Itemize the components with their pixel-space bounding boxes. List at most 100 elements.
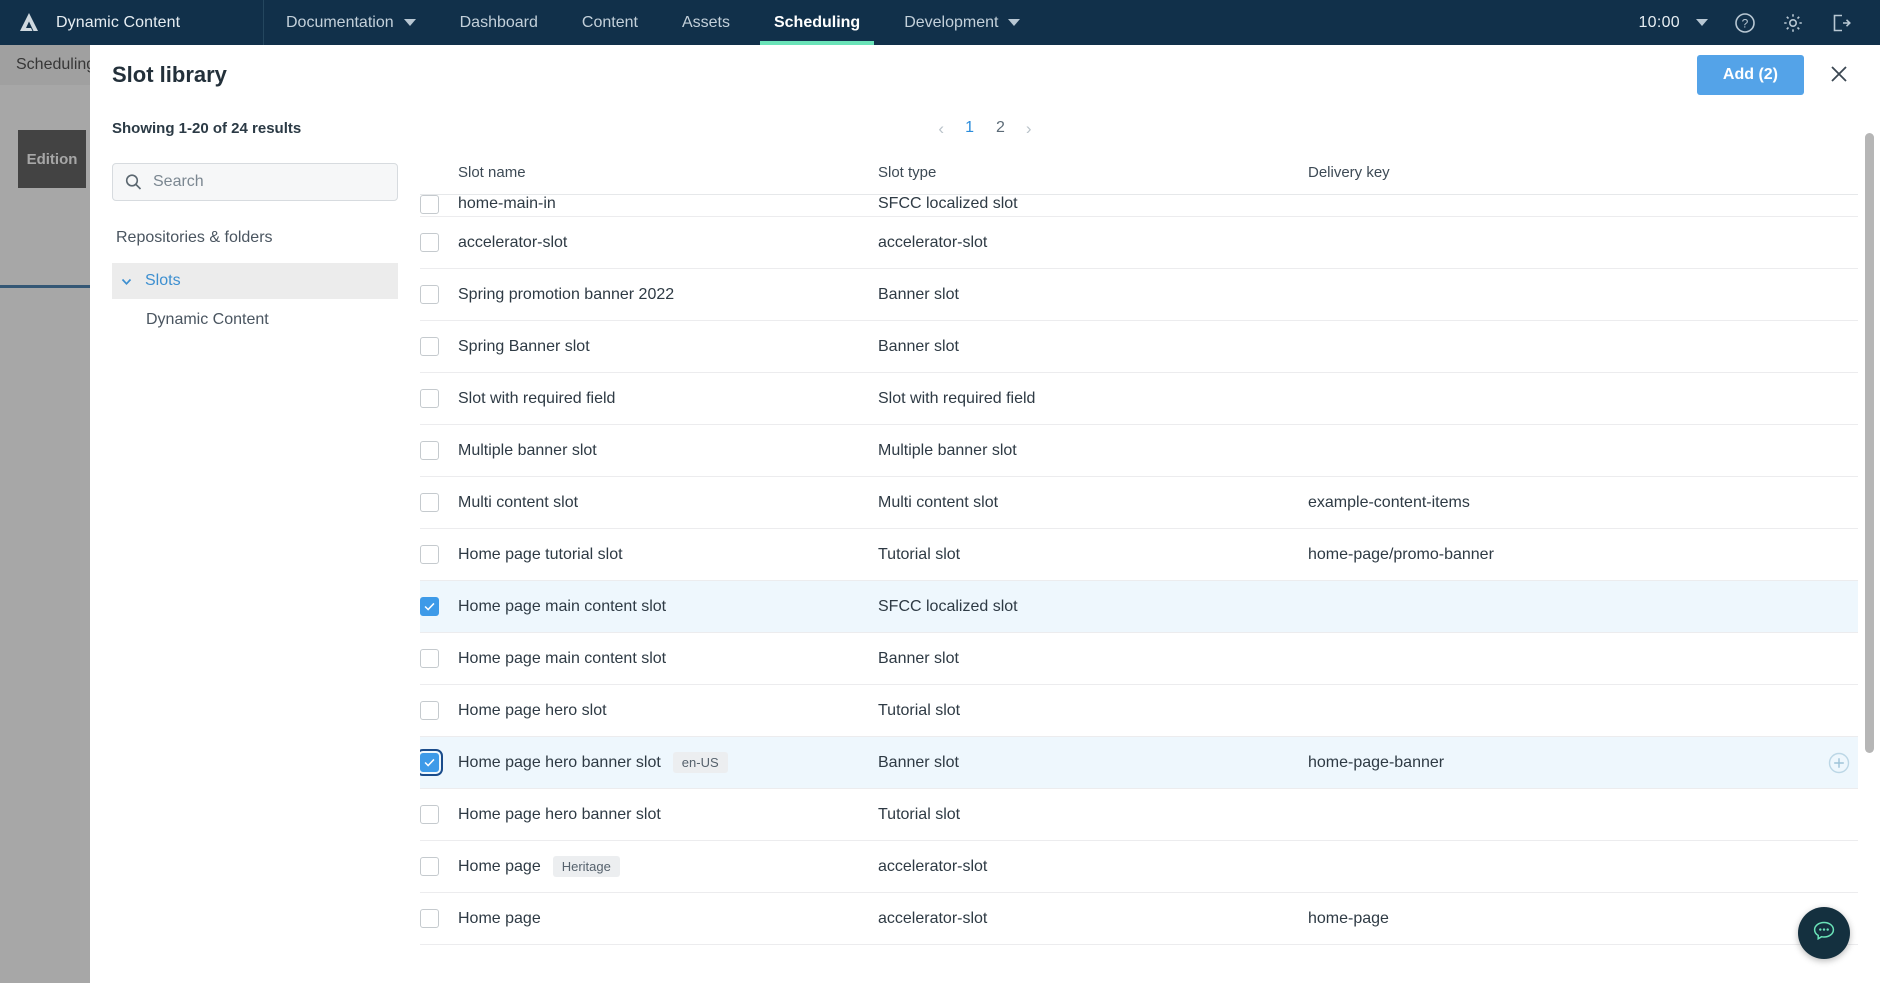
cell-slot-name: Multi content slot	[458, 494, 878, 512]
slot-name-label: Spring Banner slot	[458, 337, 590, 355]
table-row[interactable]: Home page hero banner slot en-US Banner sl…	[420, 737, 1858, 789]
nav-item-scheduling[interactable]: Scheduling	[752, 0, 882, 45]
table-header-row: Slot name Slot type Delivery key	[420, 151, 1858, 195]
amplience-logo-icon	[16, 10, 42, 36]
cell-slot-name: Spring Banner slot	[458, 338, 878, 356]
cell-slot-type: Banner slot	[878, 337, 959, 355]
slot-name-label: Home page main content slot	[458, 649, 667, 667]
nav-item-development[interactable]: Development	[882, 0, 1042, 45]
row-checkbox[interactable]	[420, 337, 439, 356]
add-button[interactable]: Add (2)	[1696, 55, 1804, 95]
cell-delivery-key: home-page/promo-banner	[1308, 545, 1494, 563]
row-checkbox[interactable]	[420, 389, 439, 408]
cell-slot-name: Home page tutorial slot	[458, 546, 878, 564]
add-circle-icon[interactable]	[1828, 752, 1850, 774]
table-row[interactable]: home-main-in SFCC localized slot	[420, 195, 1858, 217]
table-row[interactable]: Home page Heritage accelerator-slot	[420, 841, 1858, 893]
row-checkbox[interactable]	[420, 857, 439, 876]
row-checkbox[interactable]	[420, 285, 439, 304]
row-checkbox[interactable]	[420, 195, 439, 214]
nav-item-assets[interactable]: Assets	[660, 0, 752, 45]
help-icon[interactable]: ?	[1734, 12, 1756, 34]
slot-name-label: home-main-in	[458, 195, 556, 212]
cell-slot-name: Home page main content slot	[458, 598, 878, 616]
pagination-prev[interactable]: ‹	[933, 118, 949, 139]
pagination-page-2[interactable]: 2	[990, 118, 1011, 138]
nav-item-content[interactable]: Content	[560, 0, 660, 45]
modal-subheader: Showing 1-20 of 24 results ‹ 1 2 ›	[90, 105, 1880, 151]
pagination-next[interactable]: ›	[1021, 118, 1037, 139]
chat-button[interactable]	[1798, 907, 1850, 959]
row-checkbox[interactable]	[420, 545, 439, 564]
nav-item-documentation[interactable]: Documentation	[264, 0, 438, 45]
row-checkbox-checked[interactable]	[420, 749, 443, 776]
slot-name-label: accelerator-slot	[458, 233, 568, 251]
row-checkbox-cell	[420, 597, 458, 616]
row-checkbox[interactable]	[420, 909, 439, 928]
table-row[interactable]: Home page accelerator-slot home-page	[420, 893, 1858, 945]
page-title: Slot library	[112, 62, 227, 87]
table-row[interactable]: Home page hero banner slot Tutorial slot	[420, 789, 1858, 841]
scrollbar-thumb[interactable]	[1865, 133, 1874, 753]
table-row[interactable]: Home page main content slot Banner slot	[420, 633, 1858, 685]
table-row[interactable]: accelerator-slot accelerator-slot	[420, 217, 1858, 269]
row-checkbox[interactable]	[420, 805, 439, 824]
cell-slot-name: accelerator-slot	[458, 234, 878, 252]
row-checkbox[interactable]	[420, 441, 439, 460]
slot-name-label: Home page	[458, 857, 541, 875]
results-count: Showing 1-20 of 24 results	[112, 119, 302, 137]
nav-item-label: Development	[904, 13, 999, 31]
chat-bubble-icon	[1810, 917, 1838, 950]
cell-slot-type: accelerator-slot	[878, 857, 988, 875]
chevron-down-icon[interactable]	[1696, 19, 1708, 26]
pagination-page-1[interactable]: 1	[959, 118, 980, 138]
row-checkbox[interactable]	[420, 233, 439, 252]
table-row[interactable]: Home page hero slot Tutorial slot	[420, 685, 1858, 737]
row-checkbox-checked[interactable]	[420, 597, 439, 616]
sidebar-item-dynamic-content[interactable]: Dynamic Content	[112, 311, 398, 329]
table-row[interactable]: Home page main content slot SFCC localize…	[420, 581, 1858, 633]
sidebar-item-slots[interactable]: Slots	[112, 263, 398, 299]
row-checkbox[interactable]	[420, 649, 439, 668]
row-checkbox[interactable]	[420, 701, 439, 720]
gear-icon[interactable]	[1782, 12, 1804, 34]
sidebar-item-label: Slots	[145, 272, 181, 289]
clock-label: 10:00	[1638, 13, 1680, 31]
table-row[interactable]: Spring promotion banner 2022 Banner slot	[420, 269, 1858, 321]
cell-slot-name: Home page main content slot	[458, 650, 878, 668]
search-box[interactable]	[112, 163, 398, 201]
svg-text:?: ?	[1742, 16, 1749, 30]
table-header-slot-name: Slot name	[458, 164, 526, 181]
cell-slot-name: Multiple banner slot	[458, 442, 878, 460]
table-row[interactable]: Home page tutorial slot Tutorial slot home…	[420, 529, 1858, 581]
search-input[interactable]	[153, 164, 397, 200]
slot-name-label: Home page main content slot	[458, 597, 667, 615]
row-checkbox[interactable]	[420, 493, 439, 512]
row-checkbox-cell	[420, 701, 458, 720]
cell-slot-type: Banner slot	[878, 649, 959, 667]
cell-slot-name: home-main-in	[458, 195, 878, 213]
table-header-slot-type: Slot type	[878, 164, 937, 181]
slot-name-label: Slot with required field	[458, 389, 616, 407]
table-row[interactable]: Slot with required field Slot with requir…	[420, 373, 1858, 425]
logout-icon[interactable]	[1830, 12, 1852, 34]
table-row[interactable]: Multiple banner slot Multiple banner slot	[420, 425, 1858, 477]
sidebar-item-label: Dynamic Content	[146, 311, 269, 328]
row-checkbox-cell	[420, 545, 458, 564]
repositories-folders-label: Repositories & folders	[116, 229, 273, 246]
brand-area[interactable]: Dynamic Content	[0, 0, 264, 45]
row-checkbox-cell	[420, 857, 458, 876]
cell-slot-name: Slot with required field	[458, 390, 878, 408]
close-button[interactable]	[1826, 62, 1852, 88]
cell-slot-type: accelerator-slot	[878, 233, 988, 251]
row-checkbox-cell	[420, 441, 458, 460]
nav-right-area: 10:00 ?	[1638, 0, 1880, 45]
table-scrollbar[interactable]	[1865, 93, 1874, 903]
nav-item-label: Content	[581, 13, 638, 31]
table-row[interactable]: Multi content slot Multi content slot exam…	[420, 477, 1858, 529]
table-row[interactable]: Spring Banner slot Banner slot	[420, 321, 1858, 373]
cell-slot-name: Home page hero slot	[458, 702, 878, 720]
cell-slot-type: SFCC localized slot	[878, 597, 1018, 615]
chevron-down-icon[interactable]	[120, 275, 133, 288]
nav-item-dashboard[interactable]: Dashboard	[438, 0, 560, 45]
